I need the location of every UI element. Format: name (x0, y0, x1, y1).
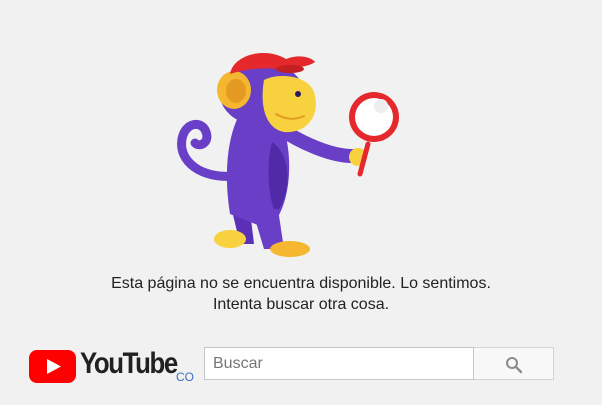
youtube-logo-icon (29, 350, 76, 383)
search-form (204, 347, 554, 380)
search-icon (506, 357, 523, 374)
monkey-illustration (177, 52, 399, 257)
search-input[interactable] (204, 347, 474, 380)
youtube-wordmark: YouTube (80, 347, 178, 380)
error-message-line-1: Esta página no se encuentra disponible. … (111, 275, 491, 292)
country-code: CO (176, 370, 194, 384)
search-button[interactable] (474, 347, 554, 380)
youtube-home-link[interactable]: YouTube CO (29, 346, 201, 388)
error-message: Esta página no se encuentra disponible. … (0, 273, 602, 315)
error-message-line-2: Intenta buscar otra cosa. (212, 296, 390, 313)
